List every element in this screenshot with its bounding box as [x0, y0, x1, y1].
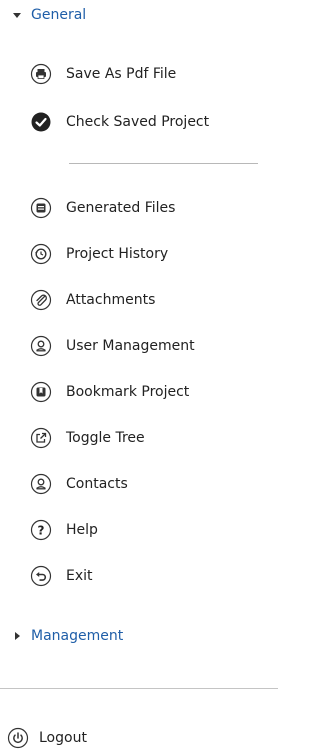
logout-button[interactable]: Logout: [7, 725, 87, 751]
menu-item-contacts[interactable]: Contacts: [30, 471, 128, 497]
menu-item-label: Exit: [66, 568, 93, 584]
power-icon: [7, 727, 29, 749]
caret-right-icon: [12, 631, 22, 641]
user-icon: [30, 335, 52, 357]
menu-item-save-as-pdf[interactable]: Save As Pdf File: [30, 61, 176, 87]
sidebar-menu: General Save As Pdf File Check Saved Pro…: [0, 0, 278, 751]
menu-item-label: Project History: [66, 246, 169, 262]
print-icon: [30, 63, 52, 85]
svg-text:?: ?: [38, 524, 45, 538]
caret-down-icon: [12, 10, 22, 20]
menu-item-label: Save As Pdf File: [66, 66, 177, 82]
menu-item-generated-files[interactable]: Generated Files: [30, 195, 175, 221]
exit-icon: [30, 565, 52, 587]
menu-item-exit[interactable]: Exit: [30, 563, 93, 589]
section-management-label: Management: [31, 628, 124, 644]
bookmark-icon: [30, 381, 52, 403]
menu-item-check-saved-project[interactable]: Check Saved Project: [30, 109, 209, 135]
menu-item-user-management[interactable]: User Management: [30, 333, 195, 359]
menu-item-label: Help: [66, 522, 98, 538]
menu-item-label: Bookmark Project: [66, 384, 190, 400]
menu-item-label: Toggle Tree: [66, 430, 145, 446]
file-icon: [30, 197, 52, 219]
menu-item-project-history[interactable]: Project History: [30, 241, 168, 267]
section-general-toggle[interactable]: General: [12, 7, 86, 23]
menu-item-attachments[interactable]: Attachments: [30, 287, 155, 313]
menu-item-label: Contacts: [66, 476, 128, 492]
menu-item-label: Attachments: [66, 292, 156, 308]
menu-item-help[interactable]: ? Help: [30, 517, 98, 543]
check-icon: [30, 111, 52, 133]
section-management-toggle[interactable]: Management: [12, 628, 123, 644]
menu-item-label: Check Saved Project: [66, 114, 210, 130]
help-icon: ?: [30, 519, 52, 541]
menu-item-label: Generated Files: [66, 200, 176, 216]
section-general-label: General: [31, 7, 87, 23]
menu-item-toggle-tree[interactable]: Toggle Tree: [30, 425, 145, 451]
contacts-icon: [30, 473, 52, 495]
divider: [69, 163, 258, 164]
paperclip-icon: [30, 289, 52, 311]
menu-item-label: User Management: [66, 338, 195, 354]
divider: [0, 688, 278, 689]
logout-label: Logout: [39, 730, 87, 746]
menu-item-bookmark-project[interactable]: Bookmark Project: [30, 379, 189, 405]
external-link-icon: [30, 427, 52, 449]
history-icon: [30, 243, 52, 265]
